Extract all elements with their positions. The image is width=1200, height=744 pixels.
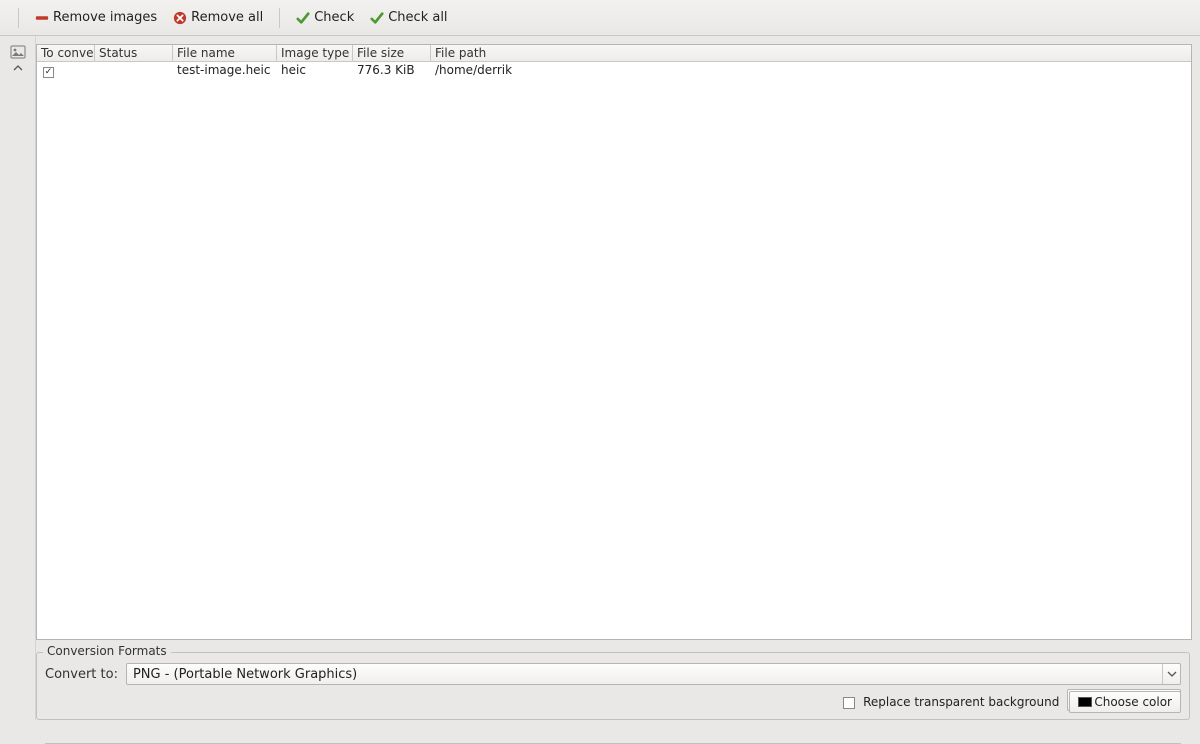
cell-to-convert[interactable]: ✓ bbox=[37, 63, 95, 78]
col-header-file-size[interactable]: File size bbox=[353, 45, 431, 61]
toolbar-separator bbox=[18, 8, 19, 28]
check-label: Check bbox=[314, 10, 354, 25]
choose-color-label: Choose color bbox=[1094, 695, 1172, 709]
table-header-row: To convert Status File name Image type F… bbox=[37, 45, 1191, 62]
col-header-to-convert[interactable]: To convert bbox=[37, 45, 95, 61]
chevron-down-icon[interactable] bbox=[1162, 664, 1180, 684]
cell-image-type: heic bbox=[277, 63, 353, 78]
replace-bg-option[interactable]: Replace transparent background bbox=[843, 695, 1059, 709]
table-row[interactable]: ✓ test-image.heic heic 776.3 KiB /home/d… bbox=[37, 62, 1191, 78]
row-checkbox[interactable]: ✓ bbox=[43, 67, 54, 78]
check-icon bbox=[296, 11, 310, 25]
transparent-bg-row: Replace transparent background Choose co… bbox=[843, 691, 1181, 713]
cell-status bbox=[95, 63, 173, 78]
color-swatch bbox=[1078, 697, 1092, 707]
check-icon bbox=[370, 11, 384, 25]
chevron-up-icon[interactable] bbox=[13, 62, 23, 72]
toolbar: Remove images Remove all Check Check all bbox=[0, 0, 1200, 36]
bottom-panel: Conversion Formats Convert to: PNG - (Po… bbox=[36, 644, 1200, 720]
col-header-file-path[interactable]: File path bbox=[431, 45, 1191, 61]
replace-bg-label: Replace transparent background bbox=[863, 695, 1059, 709]
image-icon[interactable] bbox=[10, 44, 26, 60]
check-all-button[interactable]: Check all bbox=[364, 7, 453, 28]
x-circle-icon bbox=[173, 11, 187, 25]
conversion-formats-group: Conversion Formats Convert to: PNG - (Po… bbox=[36, 652, 1190, 720]
remove-images-button[interactable]: Remove images bbox=[29, 7, 163, 28]
file-table: To convert Status File name Image type F… bbox=[36, 44, 1192, 640]
remove-all-button[interactable]: Remove all bbox=[167, 7, 269, 28]
col-header-status[interactable]: Status bbox=[95, 45, 173, 61]
convert-to-row: Convert to: PNG - (Portable Network Grap… bbox=[45, 663, 1181, 685]
group-label: Conversion Formats bbox=[43, 644, 171, 658]
minus-icon bbox=[35, 11, 49, 25]
main-area: To convert Status File name Image type F… bbox=[36, 36, 1200, 720]
col-header-file-name[interactable]: File name bbox=[173, 45, 277, 61]
check-button[interactable]: Check bbox=[290, 7, 360, 28]
toolbar-separator bbox=[279, 8, 280, 28]
remove-images-label: Remove images bbox=[53, 10, 157, 25]
col-header-image-type[interactable]: Image type bbox=[277, 45, 353, 61]
convert-to-value: PNG - (Portable Network Graphics) bbox=[133, 667, 357, 682]
left-sidebar-strip bbox=[0, 36, 36, 720]
convert-to-label: Convert to: bbox=[45, 667, 118, 682]
convert-to-combobox[interactable]: PNG - (Portable Network Graphics) bbox=[126, 663, 1181, 685]
check-all-label: Check all bbox=[388, 10, 447, 25]
cell-file-path: /home/derrik bbox=[431, 63, 1191, 78]
choose-color-button[interactable]: Choose color bbox=[1069, 691, 1181, 713]
remove-all-label: Remove all bbox=[191, 10, 263, 25]
cell-file-name: test-image.heic bbox=[173, 63, 277, 78]
replace-bg-checkbox[interactable] bbox=[843, 697, 855, 709]
cell-file-size: 776.3 KiB bbox=[353, 63, 431, 78]
